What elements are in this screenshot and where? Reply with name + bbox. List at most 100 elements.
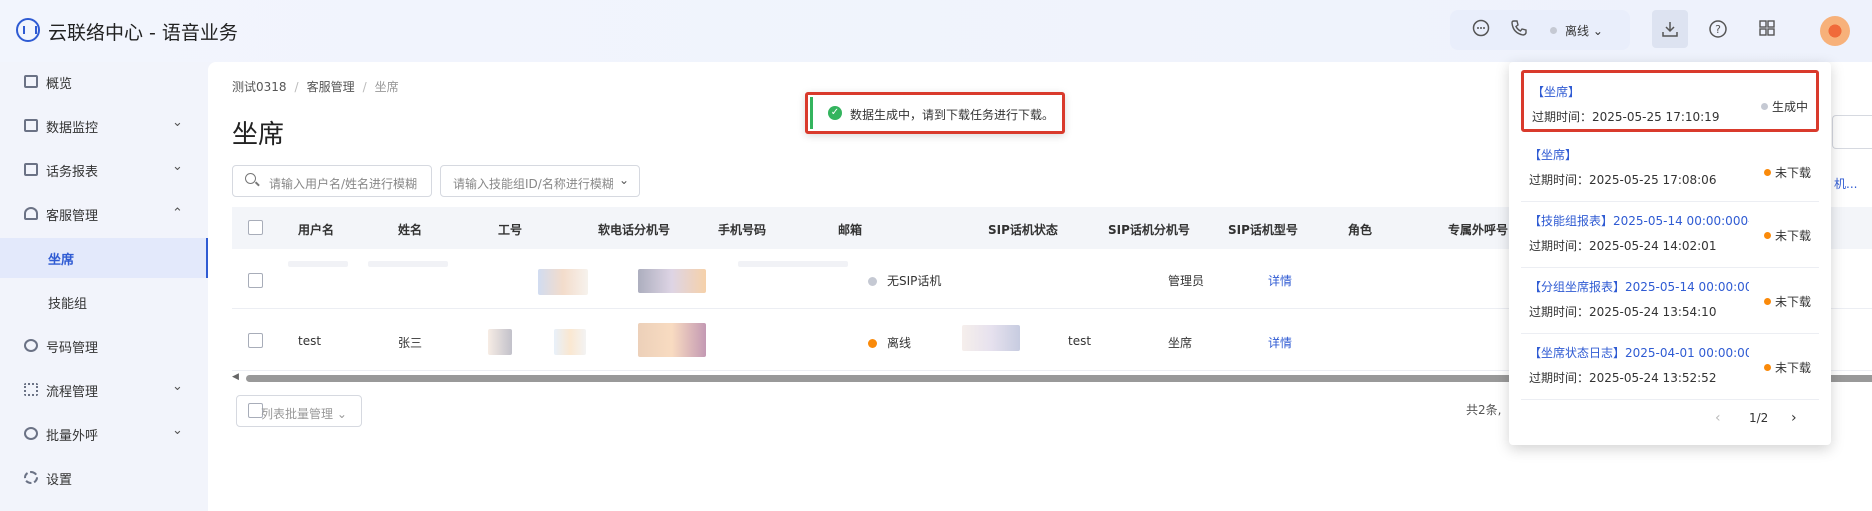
redacted-name xyxy=(368,261,448,267)
select-all-checkbox[interactable] xyxy=(248,220,263,235)
sidebar-item-number-mgmt[interactable]: 号码管理 xyxy=(0,326,208,366)
skill-group-select[interactable]: 请输入技能组ID/名称进行模糊 ⌄ xyxy=(440,165,640,197)
sip-status-text: 无SIP话机 xyxy=(887,274,942,288)
sidebar-item-label: 客服管理 xyxy=(46,209,99,224)
download-pager: ‹ 1/2 › xyxy=(1509,408,1831,432)
sidebar-item-settings[interactable]: 设置 xyxy=(0,458,208,498)
task-name[interactable]: 【技能组报表】2025-05-14 00:00:000-... xyxy=(1529,212,1749,229)
sidebar-item-label: 概览 xyxy=(46,77,73,92)
chevron-up-icon: ⌃ xyxy=(172,206,183,221)
status-dot xyxy=(1760,103,1768,110)
breadcrumb-item[interactable]: 测试0318 xyxy=(232,80,287,94)
task-expire-time: 过期时间：2025-05-24 13:52:52 xyxy=(1529,371,1717,385)
report-icon xyxy=(24,163,38,176)
name-cell: 张三 xyxy=(398,336,423,350)
details-link[interactable]: 详情 xyxy=(1268,334,1292,351)
chevron-down-icon: ⌄ xyxy=(618,173,629,187)
task-name[interactable]: 【坐席】 xyxy=(1529,146,1749,163)
task-status: 未下载 xyxy=(1763,164,1811,181)
sidebar-item-service-mgmt[interactable]: 客服管理 ⌃ xyxy=(0,194,208,234)
download-task-item[interactable]: 【坐席】 过期时间：2025-05-25 17:10:19 生成中 xyxy=(1521,70,1819,132)
download-task-item[interactable]: 【坐席状态日志】2025-04-01 00:00:00... 过期时间：2025… xyxy=(1521,334,1819,400)
chevron-left-icon[interactable]: ‹ xyxy=(1715,410,1721,426)
total-count: 共2条, xyxy=(1466,403,1502,417)
task-expire-time: 过期时间：2025-05-24 14:02:01 xyxy=(1529,239,1717,253)
chevron-down-icon: ⌄ xyxy=(172,423,183,438)
task-status-text: 未下载 xyxy=(1774,361,1811,375)
column-header: 专属外呼号 xyxy=(1448,223,1509,237)
column-header: 邮箱 xyxy=(838,223,863,237)
status-dot xyxy=(1550,27,1557,34)
role-cell: 管理员 xyxy=(1168,274,1205,288)
scroll-left-icon[interactable]: ◀ xyxy=(232,372,239,382)
redacted-job-id xyxy=(488,329,512,355)
column-settings-link[interactable]: 机... xyxy=(1834,175,1857,192)
chat-icon[interactable] xyxy=(1470,19,1492,41)
column-header: SIP话机型号 xyxy=(1228,223,1298,237)
task-status: 未下载 xyxy=(1763,359,1811,376)
download-task-item[interactable]: 【分组坐席报表】2025-05-14 00:00:00... 过期时间：2025… xyxy=(1521,268,1819,334)
chevron-down-icon: ⌄ xyxy=(172,115,183,130)
search-icon xyxy=(245,173,256,184)
chevron-down-icon: ⌄ xyxy=(172,159,183,174)
help-icon[interactable]: ? xyxy=(1707,19,1729,41)
sidebar-item-batch-call[interactable]: 批量外呼 ⌄ xyxy=(0,414,208,454)
check-circle-icon: ✓ xyxy=(828,106,842,120)
sidebar-item-flow-mgmt[interactable]: 流程管理 ⌄ xyxy=(0,370,208,410)
sidebar-item-overview[interactable]: 概览 xyxy=(0,62,208,102)
phone-icon xyxy=(24,339,38,352)
sidebar: 概览 数据监控 ⌄ 话务报表 ⌄ 客服管理 ⌃ 坐席 技能组 号码管理 流程管理… xyxy=(0,62,208,511)
task-expire-time: 过期时间：2025-05-24 13:54:10 xyxy=(1529,305,1717,319)
flow-icon xyxy=(24,383,38,396)
sidebar-item-agents[interactable]: 坐席 xyxy=(0,238,208,278)
user-search-input[interactable]: 请输入用户名/姓名进行模糊 xyxy=(232,165,432,197)
phone-icon[interactable] xyxy=(1508,19,1530,41)
username-cell: test xyxy=(298,334,322,348)
download-task-item[interactable]: 【技能组报表】2025-05-14 00:00:000-... 过期时间：202… xyxy=(1521,202,1819,268)
apps-grid-icon[interactable] xyxy=(1756,19,1778,41)
sidebar-item-data-monitor[interactable]: 数据监控 ⌄ xyxy=(0,106,208,146)
status-dot xyxy=(1763,364,1771,371)
toolbar-button-partial[interactable] xyxy=(1832,115,1872,149)
task-status: 未下载 xyxy=(1763,227,1811,244)
sidebar-item-label: 批量外呼 xyxy=(46,429,99,444)
agent-status-dropdown[interactable]: 离线 ⌄ xyxy=(1550,22,1603,39)
overview-icon xyxy=(24,75,38,88)
download-button[interactable] xyxy=(1652,10,1688,48)
sip-model-cell: test xyxy=(1068,334,1092,348)
column-header: 工号 xyxy=(498,223,523,237)
select-placeholder: 请输入技能组ID/名称进行模糊 xyxy=(453,177,613,191)
column-header: 软电话分机号 xyxy=(598,223,671,237)
breadcrumb-item[interactable]: 客服管理 xyxy=(307,80,355,94)
sidebar-item-skill-group[interactable]: 技能组 xyxy=(0,282,208,322)
row-checkbox[interactable] xyxy=(248,273,263,288)
task-name[interactable]: 【坐席状态日志】2025-04-01 00:00:00... xyxy=(1529,344,1749,361)
svg-text:?: ? xyxy=(1715,23,1721,36)
search-placeholder: 请输入用户名/姓名进行模糊 xyxy=(269,177,418,191)
status-dot xyxy=(1763,298,1771,305)
batch-manage-dropdown[interactable]: 列表批量管理 ⌄ xyxy=(236,395,362,427)
sidebar-item-label: 设置 xyxy=(46,473,73,488)
sidebar-item-label: 坐席 xyxy=(48,253,75,268)
sidebar-item-label: 话务报表 xyxy=(46,165,99,180)
user-avatar[interactable] xyxy=(1820,16,1850,46)
task-name[interactable]: 【坐席】 xyxy=(1532,83,1752,100)
headset-icon xyxy=(24,207,38,220)
top-header: 云联络中心 - 语音业务 离线 ⌄ ? xyxy=(0,0,1872,62)
callout-icon xyxy=(24,427,38,440)
task-name[interactable]: 【分组坐席报表】2025-05-14 00:00:00... xyxy=(1529,278,1749,295)
success-toast: ✓ 数据生成中，请到下载任务进行下载。 xyxy=(805,92,1065,134)
task-status: 生成中 xyxy=(1760,98,1808,115)
page-title: 坐席 xyxy=(232,120,285,150)
details-link[interactable]: 详情 xyxy=(1268,272,1292,289)
role-cell: 坐席 xyxy=(1168,336,1193,350)
download-task-item[interactable]: 【坐席】 过期时间：2025-05-25 17:08:06 未下载 xyxy=(1521,136,1819,202)
chevron-right-icon[interactable]: › xyxy=(1791,410,1797,426)
column-header: 角色 xyxy=(1348,223,1373,237)
download-icon xyxy=(1662,22,1678,37)
sidebar-item-traffic-report[interactable]: 话务报表 ⌄ xyxy=(0,150,208,190)
monitor-icon xyxy=(24,119,38,132)
column-header: 手机号码 xyxy=(718,223,767,237)
sip-status: 离线 xyxy=(868,334,911,351)
row-checkbox[interactable] xyxy=(248,333,263,348)
